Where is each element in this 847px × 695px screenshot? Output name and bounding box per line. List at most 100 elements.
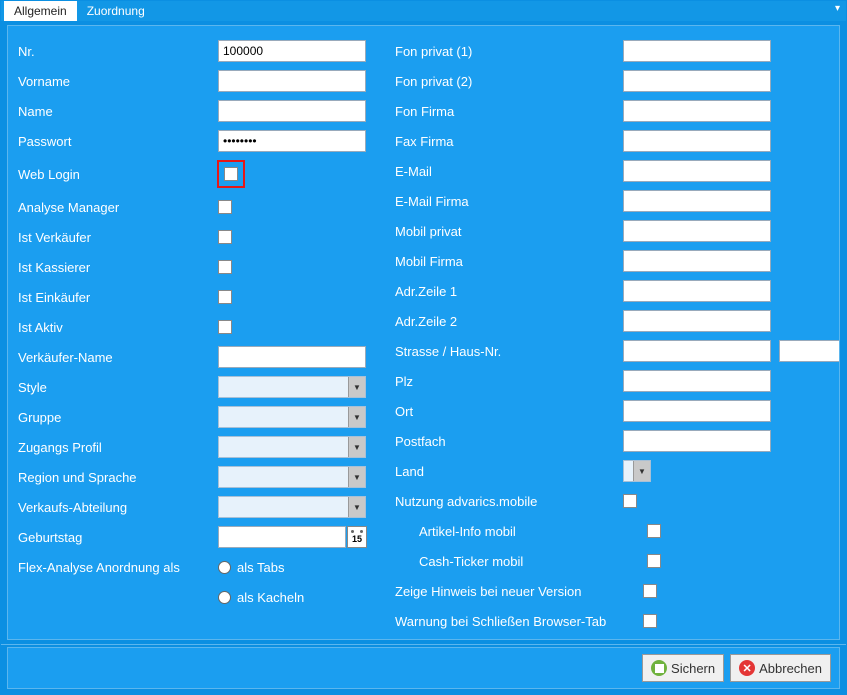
expand-icon[interactable]: ▾ [835,3,840,14]
label-postfach: Postfach [395,434,623,449]
chevron-down-icon: ▼ [348,407,365,427]
label-gruppe: Gruppe [18,410,218,425]
analyse-manager-checkbox[interactable] [218,200,232,214]
plz-field[interactable] [623,370,771,392]
ist-verkaeufer-checkbox[interactable] [218,230,232,244]
label-analyse-manager: Analyse Manager [18,200,218,215]
fon-privat-2-field[interactable] [623,70,771,92]
land-select[interactable]: ▼ [623,460,651,482]
label-mobil-privat: Mobil privat [395,224,623,239]
ist-aktiv-checkbox[interactable] [218,320,232,334]
radio-als-tabs[interactable] [218,561,231,574]
ort-field[interactable] [623,400,771,422]
chevron-down-icon: ▼ [348,467,365,487]
radio-als-kacheln[interactable] [218,591,231,604]
label-als-kacheln: als Kacheln [237,590,304,605]
label-fon-firma: Fon Firma [395,104,623,119]
label-cash-ticker: Cash-Ticker mobil [395,554,623,569]
label-verkaeufer-name: Verkäufer-Name [18,350,218,365]
tab-zuordnung[interactable]: Zuordnung [77,1,155,21]
sichern-label: Sichern [671,661,715,676]
cancel-icon: ✕ [739,660,755,676]
strasse-field[interactable] [623,340,771,362]
label-ist-kassierer: Ist Kassierer [18,260,218,275]
label-passwort: Passwort [18,134,218,149]
zeige-hinweis-checkbox[interactable] [643,584,657,598]
label-geburtstag: Geburtstag [18,530,218,545]
label-adr-zeile-1: Adr.Zeile 1 [395,284,623,299]
label-zeige-hinweis: Zeige Hinweis bei neuer Version [395,584,643,599]
label-web-login: Web Login [18,167,218,182]
postfach-field[interactable] [623,430,771,452]
footer-bar: Sichern ✕ Abbrechen [7,647,840,689]
style-select[interactable]: ▼ [218,376,366,398]
label-ist-verkaeufer: Ist Verkäufer [18,230,218,245]
label-als-tabs: als Tabs [237,560,284,575]
label-email-firma: E-Mail Firma [395,194,623,209]
zugangs-profil-select[interactable]: ▼ [218,436,366,458]
verkaufs-abteilung-select[interactable]: ▼ [218,496,366,518]
label-plz: Plz [395,374,623,389]
nutzung-advarics-checkbox[interactable] [623,494,637,508]
label-fon-privat-2: Fon privat (2) [395,74,623,89]
label-ist-aktiv: Ist Aktiv [18,320,218,335]
save-icon [651,660,667,676]
vorname-field[interactable] [218,70,366,92]
cash-ticker-checkbox[interactable] [647,554,661,568]
tab-allgemein[interactable]: Allgemein [4,1,77,21]
chevron-down-icon: ▼ [348,437,365,457]
web-login-checkbox[interactable] [224,167,238,181]
chevron-down-icon: ▼ [348,377,365,397]
chevron-down-icon: ▼ [633,461,650,481]
label-fax-firma: Fax Firma [395,134,623,149]
calendar-icon: 15 [352,535,362,544]
gruppe-select[interactable]: ▼ [218,406,366,428]
ist-einkaeufer-checkbox[interactable] [218,290,232,304]
label-adr-zeile-2: Adr.Zeile 2 [395,314,623,329]
label-land: Land [395,464,623,479]
label-warnung-schliessen: Warnung bei Schließen Browser-Tab [395,614,643,629]
geburtstag-field[interactable] [218,526,346,548]
label-ort: Ort [395,404,623,419]
artikel-info-checkbox[interactable] [647,524,661,538]
label-strasse: Strasse / Haus-Nr. [395,344,623,359]
region-sprache-select[interactable]: ▼ [218,466,366,488]
mobil-firma-field[interactable] [623,250,771,272]
email-field[interactable] [623,160,771,182]
label-verkaufs-abteilung: Verkaufs-Abteilung [18,500,218,515]
abbrechen-button[interactable]: ✕ Abbrechen [730,654,831,682]
nr-field[interactable] [218,40,366,62]
fon-firma-field[interactable] [623,100,771,122]
label-name: Name [18,104,218,119]
name-field[interactable] [218,100,366,122]
label-mobil-firma: Mobil Firma [395,254,623,269]
label-nutzung-advarics: Nutzung advarics.mobile [395,494,623,509]
fax-firma-field[interactable] [623,130,771,152]
label-zugangs-profil: Zugangs Profil [18,440,218,455]
chevron-down-icon: ▼ [348,497,365,517]
web-login-highlight [217,160,245,188]
label-ist-einkaeufer: Ist Einkäufer [18,290,218,305]
adr-zeile-2-field[interactable] [623,310,771,332]
label-vorname: Vorname [18,74,218,89]
sichern-button[interactable]: Sichern [642,654,724,682]
abbrechen-label: Abbrechen [759,661,822,676]
label-style: Style [18,380,218,395]
label-fon-privat-1: Fon privat (1) [395,44,623,59]
tab-bar: Allgemein Zuordnung ▾ [1,1,846,21]
fon-privat-1-field[interactable] [623,40,771,62]
label-region-sprache: Region und Sprache [18,470,218,485]
mobil-privat-field[interactable] [623,220,771,242]
verkaeufer-name-field[interactable] [218,346,366,368]
ist-kassierer-checkbox[interactable] [218,260,232,274]
warnung-schliessen-checkbox[interactable] [643,614,657,628]
form-panel: Nr. Vorname Name Passwort Web Login Anal… [7,25,840,640]
label-nr: Nr. [18,44,218,59]
email-firma-field[interactable] [623,190,771,212]
passwort-field[interactable] [218,130,366,152]
label-flex-anordnung: Flex-Analyse Anordnung als [18,560,218,575]
adr-zeile-1-field[interactable] [623,280,771,302]
haus-nr-field[interactable] [779,340,840,362]
label-email: E-Mail [395,164,623,179]
calendar-button[interactable]: 15 [347,526,367,548]
